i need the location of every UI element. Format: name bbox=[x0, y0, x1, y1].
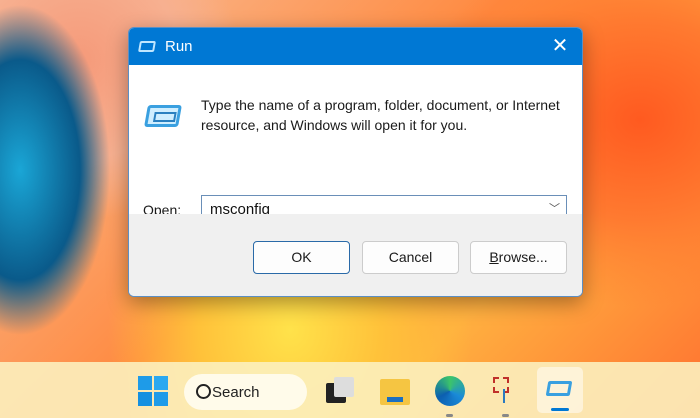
snipping-tool-icon[interactable] bbox=[487, 373, 523, 417]
cancel-button[interactable]: Cancel bbox=[362, 241, 459, 274]
run-icon bbox=[138, 41, 156, 52]
run-taskbar-icon[interactable] bbox=[537, 367, 583, 413]
browse-button[interactable]: Browse... bbox=[470, 241, 567, 274]
close-button[interactable]: ✕ bbox=[548, 34, 572, 58]
start-button-windows-icon[interactable] bbox=[135, 373, 171, 409]
title-bar[interactable]: Run ✕ bbox=[129, 28, 582, 65]
run-large-icon bbox=[144, 105, 182, 127]
edge-browser-icon[interactable] bbox=[432, 373, 468, 417]
taskbar: Search bbox=[0, 362, 700, 418]
search-box[interactable]: Search bbox=[184, 374, 307, 410]
run-dialog: Run ✕ Type the name of a program, folder… bbox=[128, 27, 583, 297]
dialog-title: Run bbox=[165, 38, 193, 55]
task-view-icon[interactable] bbox=[322, 373, 358, 409]
file-explorer-icon[interactable] bbox=[377, 373, 413, 409]
ok-button[interactable]: OK bbox=[253, 241, 350, 274]
instruction-text: Type the name of a program, folder, docu… bbox=[201, 97, 560, 133]
